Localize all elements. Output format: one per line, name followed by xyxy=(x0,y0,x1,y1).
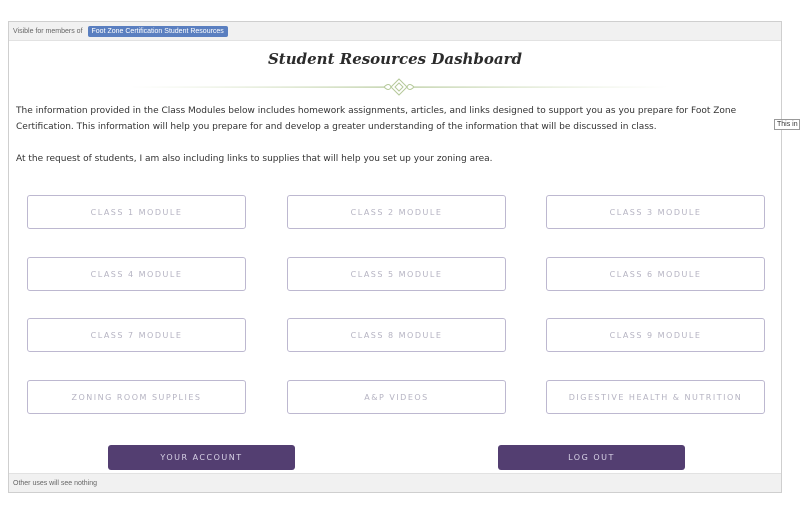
visibility-label: Visible for members of xyxy=(13,27,83,35)
visibility-bar: Visible for members of Foot Zone Certifi… xyxy=(9,22,781,41)
your-account-button[interactable]: YOUR ACCOUNT xyxy=(108,445,295,470)
tooltip-fragment: This in xyxy=(774,119,800,130)
zoning-room-supplies-button[interactable]: ZONING ROOM SUPPLIES xyxy=(27,380,246,414)
ornament-divider xyxy=(129,78,669,96)
dashboard-frame: Visible for members of Foot Zone Certifi… xyxy=(8,21,782,493)
page-title: Student Resources Dashboard xyxy=(267,50,523,68)
digestive-health-nutrition-button[interactable]: DIGESTIVE HEALTH & NUTRITION xyxy=(546,380,765,414)
ap-videos-button[interactable]: A&P VIDEOS xyxy=(287,380,506,414)
class-7-module-button[interactable]: CLASS 7 MODULE xyxy=(27,318,246,352)
class-4-module-button[interactable]: CLASS 4 MODULE xyxy=(27,257,246,291)
log-out-button[interactable]: LOG OUT xyxy=(498,445,685,470)
class-8-module-button[interactable]: CLASS 8 MODULE xyxy=(287,318,506,352)
visibility-footer: Other uses will see nothing xyxy=(9,473,781,492)
class-9-module-button[interactable]: CLASS 9 MODULE xyxy=(546,318,765,352)
class-2-module-button[interactable]: CLASS 2 MODULE xyxy=(287,195,506,229)
supplies-paragraph: At the request of students, I am also in… xyxy=(16,154,493,164)
intro-paragraph: The information provided in the Class Mo… xyxy=(16,106,737,132)
class-1-module-button[interactable]: CLASS 1 MODULE xyxy=(27,195,246,229)
class-3-module-button[interactable]: CLASS 3 MODULE xyxy=(546,195,765,229)
class-5-module-button[interactable]: CLASS 5 MODULE xyxy=(287,257,506,291)
footer-note: Other uses will see nothing xyxy=(13,479,98,487)
visibility-group-badge[interactable]: Foot Zone Certification Student Resource… xyxy=(87,25,228,37)
class-6-module-button[interactable]: CLASS 6 MODULE xyxy=(546,257,765,291)
